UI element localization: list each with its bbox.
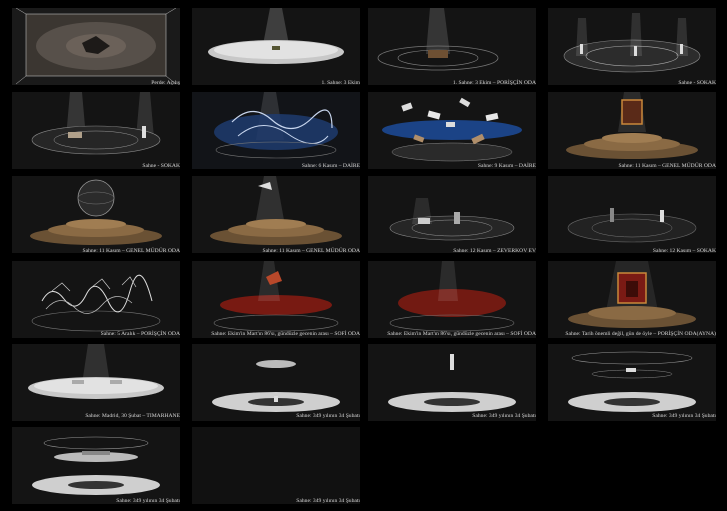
- panel-9-steps-globe[interactable]: [12, 176, 180, 253]
- steps-light-drawing: [192, 176, 360, 253]
- panel-15-red-glow-2[interactable]: [368, 261, 536, 338]
- hover-disc-2-drawing: [368, 344, 536, 421]
- panel-6-caption: Sahne: 6 Kasım – DAİRE: [301, 163, 360, 169]
- red-glow-drawing: [192, 261, 360, 338]
- panel-18-caption: Sahne: 349 yılının 34 Şubatı: [296, 413, 360, 419]
- disc-light-drawing: [192, 8, 360, 85]
- red-throne-drawing: [548, 261, 716, 338]
- panel-15-caption: Sahne: Ekim'in Mart'ın 86'sı, gündüzle g…: [387, 331, 536, 337]
- panel-5-caption: Sahne - SOKAK: [142, 163, 180, 169]
- scribble-drawing: [12, 261, 180, 338]
- panel-13-scribble[interactable]: [12, 261, 180, 338]
- panel-17-asylum[interactable]: [12, 344, 180, 421]
- panel-7-caption: Sahne: 9 Kasım – DAİRE: [477, 163, 536, 169]
- panel-22-caption: Sahne: 349 yılının 34 Şubatı: [296, 498, 360, 504]
- dark-ring-drawing: [368, 176, 536, 253]
- steps-portrait-drawing: [548, 92, 716, 169]
- panel-8-caption: Sahne: 11 Kasım – GENEL MÜDÜR ODA: [618, 163, 716, 169]
- asylum-drawing: [12, 344, 180, 421]
- panel-9-caption: Sahne: 11 Kasım – GENEL MÜDÜR ODA: [82, 248, 180, 254]
- panel-14-caption: Sahne: Ekim'in Mart'ın 86'sı, gündüzle g…: [211, 331, 360, 337]
- flying-papers-drawing: [368, 92, 536, 169]
- panel-13-caption: Sahne: 5 Aralık – PORİŞÇİN ODA: [100, 331, 180, 337]
- panel-10-steps-light[interactable]: [192, 176, 360, 253]
- panel-20-caption: Sahne: 349 yılının 34 Şubatı: [652, 413, 716, 419]
- panel-3-caption: 1. Sahne: 3 Ekim – PORİŞÇİN ODA: [452, 80, 536, 86]
- panel-21-final-1[interactable]: [12, 427, 180, 504]
- hover-disc-drawing: [192, 344, 360, 421]
- panel-1-curtain[interactable]: [12, 8, 180, 85]
- street-ring-drawing: [12, 92, 180, 169]
- final-2-drawing: [192, 427, 360, 504]
- panel-22-final-2[interactable]: [192, 427, 360, 504]
- panel-6-blue-chaos[interactable]: [192, 92, 360, 169]
- panel-20-hover-disc-3[interactable]: [548, 344, 716, 421]
- panel-2-caption: 1. Sahne: 3 Ekim: [321, 80, 360, 86]
- hover-disc-3-drawing: [548, 344, 716, 421]
- blue-chaos-drawing: [192, 92, 360, 169]
- panel-1-caption: Perde: Açılış: [151, 80, 180, 86]
- panel-19-hover-disc-2[interactable]: [368, 344, 536, 421]
- panel-12-caption: Sahne: 12 Kasım – SOKAK: [652, 248, 716, 254]
- panel-11-caption: Sahne: 12 Kasım – ZEVERKOV EV: [453, 248, 536, 254]
- panel-19-caption: Sahne: 349 yılının 34 Şubatı: [472, 413, 536, 419]
- dark-street-drawing: [548, 176, 716, 253]
- steps-globe-drawing: [12, 176, 180, 253]
- street-figures-drawing: [548, 8, 716, 85]
- panel-7-flying-papers[interactable]: [368, 92, 536, 169]
- panel-16-caption: Sahne: Tarih önemli değil, gün de öyle –…: [565, 331, 716, 337]
- panel-16-red-throne[interactable]: [548, 261, 716, 338]
- panel-17-caption: Sahne: Madrid, 30 Şubat – TIMARHANE: [85, 413, 180, 419]
- panel-2-disc-light[interactable]: [192, 8, 360, 85]
- panel-4-caption: Sahne - SOKAK: [678, 80, 716, 86]
- panel-5-street-ring[interactable]: [12, 92, 180, 169]
- final-1-drawing: [12, 427, 180, 504]
- panel-3-ring-room[interactable]: [368, 8, 536, 85]
- panel-21-caption: Sahne: 349 yılının 34 Şubatı: [116, 498, 180, 504]
- panel-10-caption: Sahne: 11 Kasım – GENEL MÜDÜR ODA: [262, 248, 360, 254]
- panel-18-hover-disc[interactable]: [192, 344, 360, 421]
- panel-8-steps-portrait[interactable]: [548, 92, 716, 169]
- red-glow-2-drawing: [368, 261, 536, 338]
- panel-14-red-glow[interactable]: [192, 261, 360, 338]
- panel-12-dark-street[interactable]: [548, 176, 716, 253]
- panel-11-dark-ring[interactable]: [368, 176, 536, 253]
- ring-room-drawing: [368, 8, 536, 85]
- curtain-drawing: [12, 8, 180, 85]
- panel-4-street-figures[interactable]: [548, 8, 716, 85]
